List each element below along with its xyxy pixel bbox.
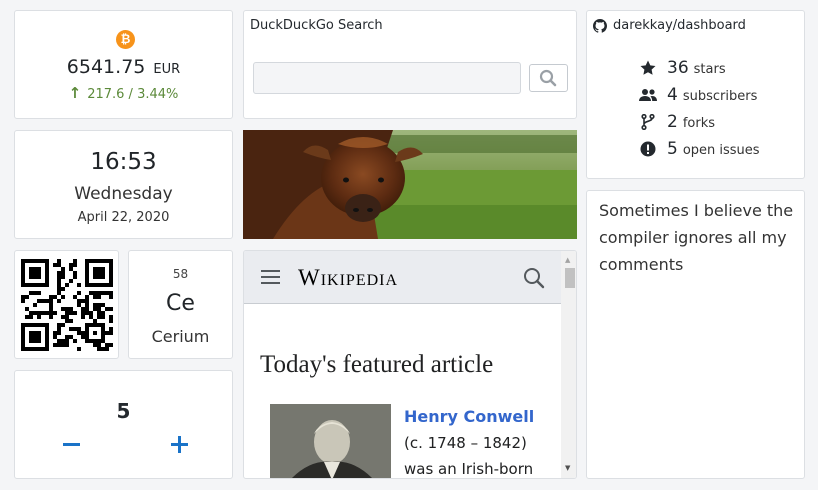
qr-code <box>21 259 113 351</box>
issues-label: open issues <box>682 143 760 158</box>
cow-photo <box>243 130 577 239</box>
bitcoin-change-value: 217.6 / 3.44% <box>87 87 179 102</box>
duckduckgo-widget: DuckDuckGo Search <box>243 10 577 119</box>
star-icon <box>637 60 659 76</box>
menu-icon[interactable] <box>261 269 281 289</box>
quote-text: Sometimes I believe the compiler ignores… <box>599 201 794 274</box>
quote-widget: Sometimes I believe the compiler ignores… <box>586 190 805 479</box>
issues-count: 5 <box>667 139 678 159</box>
github-stat-forks: 2 forks <box>637 112 797 132</box>
article-title-link[interactable]: Henry Conwell <box>404 407 534 426</box>
arrow-up-icon: ↑ <box>68 84 82 102</box>
element-symbol: Ce <box>166 291 195 316</box>
wiki-search-icon[interactable] <box>523 267 545 293</box>
element-number: 58 <box>172 267 189 281</box>
clock-widget: 16:53 Wednesday April 22, 2020 <box>14 130 233 239</box>
scroll-down-icon[interactable]: ▼ <box>565 464 570 472</box>
github-stat-subscribers: 4 subscribers <box>637 85 797 105</box>
clock-weekday: Wednesday <box>74 184 173 204</box>
minus-icon <box>63 443 80 446</box>
github-widget: darekkay/dashboard 36 stars 4 subscriber… <box>586 10 805 179</box>
bitcoin-currency: EUR <box>153 62 181 77</box>
increment-button[interactable] <box>167 431 193 457</box>
wikipedia-header: Wikipedia <box>244 251 561 304</box>
github-stat-issues: 5 open issues <box>637 139 797 159</box>
bitcoin-change: ↑ 217.6 / 3.44% <box>15 84 232 102</box>
clock-date: April 22, 2020 <box>77 210 170 225</box>
article-dates: (c. 1748 – 1842) <box>404 434 527 452</box>
alert-icon <box>637 141 659 157</box>
wikipedia-widget: Wikipedia Today's featured article Henry… <box>243 250 577 479</box>
counter-widget: 5 <box>14 370 233 479</box>
forks-count: 2 <box>667 112 678 132</box>
qr-widget <box>14 250 119 359</box>
search-input[interactable] <box>253 62 521 94</box>
element-name: Cerium <box>151 327 210 346</box>
image-widget <box>243 130 577 239</box>
counter-value: 5 <box>116 399 131 423</box>
bitcoin-widget: ₿ 6541.75 EUR ↑ 217.6 / 3.44% <box>14 10 233 119</box>
featured-article-heading: Today's featured article <box>260 351 494 378</box>
users-icon <box>637 88 659 102</box>
github-icon <box>593 18 607 33</box>
search-icon <box>539 69 557 87</box>
decrement-button[interactable] <box>59 431 85 457</box>
bitcoin-price-value: 6541.75 <box>66 56 146 78</box>
bitcoin-price: 6541.75 EUR <box>15 56 232 78</box>
wikipedia-logo[interactable]: Wikipedia <box>298 265 398 291</box>
github-repo-name: darekkay/dashboard <box>613 18 746 33</box>
github-title: darekkay/dashboard <box>593 18 746 33</box>
github-stat-stars: 36 stars <box>637 58 797 78</box>
clock-time: 16:53 <box>90 149 157 175</box>
scroll-up-icon[interactable]: ▲ <box>565 256 570 264</box>
search-button[interactable] <box>529 64 568 92</box>
article-portrait <box>270 404 391 478</box>
article-description: was an Irish-born <box>404 460 534 478</box>
stars-count: 36 <box>667 58 689 78</box>
subscribers-count: 4 <box>667 85 678 105</box>
scrollbar[interactable]: ▲ ▼ <box>561 251 576 478</box>
subscribers-label: subscribers <box>682 89 758 104</box>
duckduckgo-title: DuckDuckGo Search <box>250 18 383 33</box>
scrollbar-thumb[interactable] <box>565 268 575 288</box>
stars-label: stars <box>693 62 726 77</box>
fork-icon <box>637 114 659 130</box>
forks-label: forks <box>682 116 716 131</box>
element-widget: 58 Ce Cerium <box>128 250 233 359</box>
plus-icon <box>171 436 188 453</box>
bitcoin-icon: ₿ <box>116 30 135 49</box>
